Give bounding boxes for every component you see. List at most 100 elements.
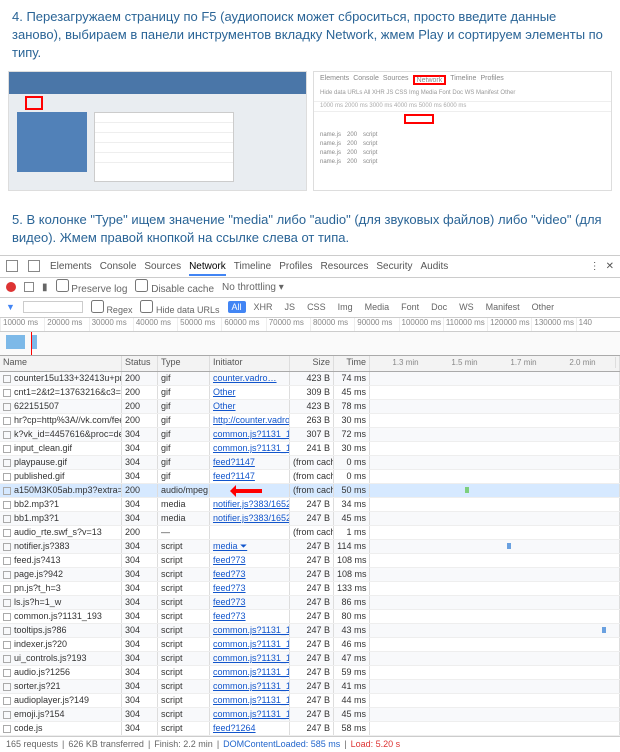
tab-elements[interactable]: Elements <box>50 261 92 272</box>
initiator-link[interactable]: common.js?1131_19… <box>213 709 290 719</box>
initiator-link[interactable]: feed?73 <box>213 611 246 621</box>
table-row[interactable]: audio_rte.swf_s?v=13200—(from cach…1 ms <box>0 526 620 540</box>
table-row[interactable]: bb2.mp3?1304medianotifier.js?383/1652247… <box>0 498 620 512</box>
table-row[interactable]: bb1.mp3?1304medianotifier.js?383/1652247… <box>0 512 620 526</box>
filter-img[interactable]: Img <box>334 301 357 313</box>
table-row[interactable]: ls.js?h=1_w304scriptfeed?73247 B86 ms <box>0 596 620 610</box>
table-row[interactable]: indexer.js?20304scriptcommon.js?1131_19…… <box>0 638 620 652</box>
network-grid-header[interactable]: Name Status Type Initiator Size Time 1.3… <box>0 356 620 372</box>
table-row[interactable]: counter15u133+32413u+prove9…200gifcounte… <box>0 372 620 386</box>
col-initiator: Initiator <box>210 356 290 371</box>
hide-dataurls-checkbox[interactable]: Hide data URLs <box>140 300 219 315</box>
filter-other[interactable]: Other <box>528 301 559 313</box>
table-row[interactable]: a150M3K05ab.mp3?extra=53f0bKf5&aso2200au… <box>0 484 620 498</box>
filter-css[interactable]: CSS <box>303 301 330 313</box>
filter-font[interactable]: Font <box>397 301 423 313</box>
overview-waveform[interactable] <box>0 332 620 356</box>
devtools-thumb: ElementsConsoleSourcesNetworkTimelinePro… <box>313 71 612 191</box>
filter-doc[interactable]: Doc <box>427 301 451 313</box>
tab-console[interactable]: Console <box>100 261 137 272</box>
devtools-main-tabs: Elements Console Sources Network Timeline Pro… <box>0 256 620 278</box>
initiator-link[interactable]: feed?1264 <box>213 723 256 733</box>
red-highlight-type <box>404 114 434 124</box>
step5-text: 5. В колонке "Type" ищем значение "media… <box>0 203 620 255</box>
initiator-link[interactable]: feed?1147 <box>213 457 255 467</box>
table-row[interactable]: ui_controls.js?193304scriptcommon.js?113… <box>0 652 620 666</box>
initiator-link[interactable]: common.js?1131_19… <box>213 667 290 677</box>
initiator-link[interactable]: feed?73 <box>213 569 246 579</box>
network-grid-body: counter15u133+32413u+prove9…200gifcounte… <box>0 372 620 736</box>
device-icon[interactable] <box>28 260 40 272</box>
filter-manifest[interactable]: Manifest <box>482 301 524 313</box>
table-row[interactable]: code.js304scriptfeed?1264247 B58 ms <box>0 722 620 736</box>
table-row[interactable]: hr?cp=http%3A//vk.com/feed1620*109…200gi… <box>0 414 620 428</box>
filter-media[interactable]: Media <box>361 301 394 313</box>
initiator-link[interactable]: feed?73 <box>213 583 246 593</box>
clear-icon[interactable] <box>24 282 34 292</box>
initiator-link[interactable]: Other <box>213 401 236 411</box>
filter-ws[interactable]: WS <box>455 301 478 313</box>
initiator-link[interactable]: counter.vadro… <box>213 373 277 383</box>
tab-audits[interactable]: Audits <box>420 261 448 272</box>
initiator-link[interactable]: common.js?1131_19… <box>213 653 290 663</box>
table-row[interactable]: feed.js?413304scriptfeed?73247 B108 ms <box>0 554 620 568</box>
table-row[interactable]: input_clean.gif304gifcommon.js?1131_19…2… <box>0 442 620 456</box>
disable-cache-checkbox[interactable]: Disable cache <box>135 279 214 295</box>
status-bar: 165 requests | 626 KB transferred | Fini… <box>0 736 620 752</box>
menu-icon[interactable]: ⋮ <box>590 261 600 272</box>
initiator-link[interactable]: common.js?1131_19… <box>213 681 290 691</box>
tab-profiles[interactable]: Profiles <box>279 261 312 272</box>
table-row[interactable]: common.js?1131_193304scriptfeed?73247 B8… <box>0 610 620 624</box>
tab-security[interactable]: Security <box>376 261 412 272</box>
initiator-link[interactable]: common.js?1131_19… <box>213 429 290 439</box>
col-timeline: 1.3 min1.5 min1.7 min2.0 min <box>370 356 620 371</box>
initiator-link[interactable]: http://counter.vadro… <box>213 415 290 425</box>
initiator-link[interactable]: Other <box>213 387 236 397</box>
table-row[interactable]: sorter.js?21304scriptcommon.js?1131_19…2… <box>0 680 620 694</box>
throttle-select[interactable]: No throttling ▾ <box>222 282 284 293</box>
table-row[interactable]: pn.js?t_h=3304scriptfeed?73247 B133 ms <box>0 582 620 596</box>
table-row[interactable]: emoji.js?154304scriptcommon.js?1131_19…2… <box>0 708 620 722</box>
table-row[interactable]: playpause.gif304giffeed?1147(from cach…0… <box>0 456 620 470</box>
camera-icon[interactable]: ▮ <box>42 282 48 293</box>
step4-images: ElementsConsoleSourcesNetworkTimelinePro… <box>0 71 620 203</box>
table-row[interactable]: notifier.js?383304scriptmedia ⏷247 B114 … <box>0 540 620 554</box>
tab-sources[interactable]: Sources <box>144 261 181 272</box>
table-row[interactable]: k?vk_id=4457616&proc=desktop304gifcommon… <box>0 428 620 442</box>
initiator-link[interactable]: notifier.js?383/1652 <box>213 499 290 509</box>
preserve-log-checkbox[interactable]: Preserve log <box>56 279 128 295</box>
filter-xhr[interactable]: XHR <box>250 301 277 313</box>
devtools-toolbar: ▮ Preserve log Disable cache No throttli… <box>0 278 620 298</box>
table-row[interactable]: tooltips.js?86304scriptcommon.js?1131_19… <box>0 624 620 638</box>
initiator-link[interactable]: feed?73 <box>213 555 246 565</box>
close-icon[interactable]: ✕ <box>606 261 614 272</box>
record-icon[interactable] <box>6 282 16 292</box>
initiator-link[interactable]: common.js?1131_19… <box>213 639 290 649</box>
initiator-link[interactable]: common.js?1131_19… <box>213 695 290 705</box>
red-highlight-play <box>25 96 43 110</box>
filter-js[interactable]: JS <box>281 301 300 313</box>
initiator-link[interactable]: feed?1147 <box>213 471 255 481</box>
filter-input[interactable] <box>23 301 83 313</box>
regex-checkbox[interactable]: Regex <box>91 300 133 315</box>
initiator-link[interactable]: common.js?1131_19… <box>213 625 290 635</box>
table-row[interactable]: 622151507200gifOther423 B78 ms <box>0 400 620 414</box>
initiator-link[interactable]: feed?73 <box>213 597 246 607</box>
inspect-icon[interactable] <box>6 260 18 272</box>
filter-icon[interactable]: ▼ <box>6 302 15 312</box>
initiator-link[interactable]: notifier.js?383/1652 <box>213 513 290 523</box>
table-row[interactable]: published.gif304giffeed?1147(from cach…0… <box>0 470 620 484</box>
tab-resources[interactable]: Resources <box>321 261 369 272</box>
col-type: Type <box>158 356 210 371</box>
tab-timeline[interactable]: Timeline <box>234 261 271 272</box>
tab-network[interactable]: Network <box>189 261 226 276</box>
filter-all[interactable]: All <box>228 301 246 313</box>
devtools-panel: Elements Console Sources Network Timeline Pro… <box>0 255 620 752</box>
table-row[interactable]: audioplayer.js?149304scriptcommon.js?113… <box>0 694 620 708</box>
table-row[interactable]: audio.js?1256304scriptcommon.js?1131_19…… <box>0 666 620 680</box>
initiator-link[interactable]: media ⏷ <box>213 541 247 551</box>
initiator-link[interactable]: common.js?1131_19… <box>213 443 290 453</box>
table-row[interactable]: page.js?942304scriptfeed?73247 B108 ms <box>0 568 620 582</box>
table-row[interactable]: cnt1=2&t2=13763216&c3=&c4=mf6…200gifOthe… <box>0 386 620 400</box>
network-tab-highlight: Network <box>413 75 447 85</box>
